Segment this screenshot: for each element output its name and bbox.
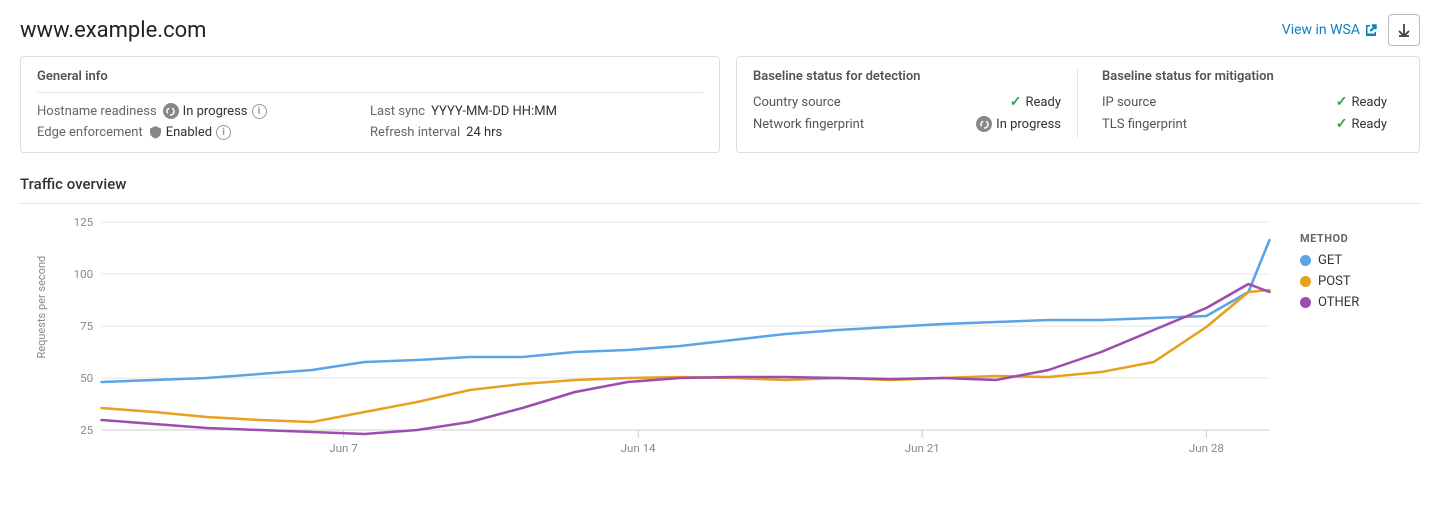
- post-label: POST: [1318, 274, 1351, 289]
- other-dot: [1300, 297, 1311, 308]
- hostname-info-icon[interactable]: i: [252, 104, 267, 119]
- download-icon: [1397, 23, 1411, 37]
- tls-fingerprint-status-text: Ready: [1352, 117, 1387, 132]
- traffic-section: Traffic overview Requests per second 125…: [0, 163, 1440, 492]
- post-dot: [1300, 276, 1311, 287]
- edge-enforcement-label: Edge enforcement: [37, 125, 143, 140]
- general-info-panel: General info Hostname readiness In progr…: [20, 56, 720, 153]
- svg-text:Jun 14: Jun 14: [621, 442, 657, 455]
- hostname-value: In progress i: [163, 103, 267, 119]
- general-info-grid: Hostname readiness In progress i Last sy…: [37, 103, 703, 140]
- tls-fingerprint-label: TLS fingerprint: [1102, 117, 1187, 132]
- country-source-status-text: Ready: [1026, 95, 1061, 110]
- svg-text:Jun 7: Jun 7: [329, 442, 358, 455]
- in-progress-icon: [163, 103, 179, 119]
- baseline-inner: Baseline status for detection Country so…: [753, 69, 1403, 138]
- legend-post: POST: [1300, 274, 1420, 289]
- tls-check-icon: ✓: [1336, 116, 1348, 132]
- download-button[interactable]: [1388, 14, 1420, 46]
- svg-text:100: 100: [74, 268, 94, 281]
- get-label: GET: [1318, 253, 1342, 268]
- legend-other: OTHER: [1300, 295, 1420, 310]
- other-label: OTHER: [1318, 295, 1359, 310]
- general-info-title: General info: [37, 69, 703, 93]
- post-line: [102, 290, 1270, 422]
- svg-text:Jun 28: Jun 28: [1189, 442, 1224, 455]
- tls-fingerprint-status: ✓ Ready: [1336, 116, 1387, 132]
- edge-enforcement-info-icon[interactable]: i: [216, 125, 231, 140]
- baseline-panel: Baseline status for detection Country so…: [736, 56, 1420, 153]
- edge-enforcement-status: Enabled: [166, 125, 212, 140]
- svg-text:25: 25: [80, 424, 93, 437]
- site-title: www.example.com: [20, 18, 206, 43]
- refresh-interval-row: Refresh interval 24 hrs: [370, 125, 703, 140]
- ip-source-row: IP source ✓ Ready: [1102, 94, 1387, 110]
- network-fingerprint-status: In progress: [976, 116, 1061, 132]
- view-wsa-link[interactable]: View in WSA: [1282, 22, 1378, 38]
- refresh-interval-label: Refresh interval: [370, 125, 460, 140]
- info-panels: General info Hostname readiness In progr…: [0, 56, 1440, 163]
- country-source-status: ✓ Ready: [1010, 94, 1061, 110]
- country-source-label: Country source: [753, 95, 841, 110]
- refresh-interval-value: 24 hrs: [466, 125, 502, 140]
- traffic-chart: 125 100 75 50 25 Jun 7 Jun 14 Jun 21 Jun…: [70, 212, 1280, 472]
- chart-wrapper: Requests per second 125 100 75 50 25: [20, 212, 1280, 492]
- last-sync-row: Last sync YYYY-MM-DD HH:MM: [370, 103, 703, 119]
- top-bar: www.example.com View in WSA: [0, 0, 1440, 56]
- svg-text:50: 50: [80, 372, 93, 385]
- ip-source-label: IP source: [1102, 95, 1156, 110]
- ip-source-status-text: Ready: [1352, 95, 1387, 110]
- shield-icon: [149, 125, 162, 140]
- svg-text:Jun 21: Jun 21: [905, 442, 940, 455]
- ip-source-check-icon: ✓: [1336, 94, 1348, 110]
- legend-title: METHOD: [1300, 232, 1420, 245]
- baseline-detection-title: Baseline status for detection: [753, 69, 1061, 84]
- traffic-title: Traffic overview: [20, 175, 1420, 204]
- country-source-check-icon: ✓: [1010, 94, 1022, 110]
- view-wsa-label: View in WSA: [1282, 22, 1360, 38]
- edge-enforcement-value: Enabled i: [149, 125, 231, 140]
- svg-text:125: 125: [74, 216, 94, 229]
- y-axis-label: Requests per second: [35, 256, 48, 359]
- network-fingerprint-row: Network fingerprint In progress: [753, 116, 1061, 132]
- svg-text:75: 75: [80, 320, 93, 333]
- network-fingerprint-status-text: In progress: [996, 117, 1061, 132]
- ip-source-status: ✓ Ready: [1336, 94, 1387, 110]
- last-sync-label: Last sync: [370, 104, 425, 119]
- get-dot: [1300, 255, 1311, 266]
- get-line: [102, 240, 1270, 382]
- external-link-icon: [1364, 23, 1378, 37]
- baseline-mitigation-title: Baseline status for mitigation: [1102, 69, 1387, 84]
- network-fp-progress-icon: [976, 116, 992, 132]
- baseline-mitigation-col: Baseline status for mitigation IP source…: [1078, 69, 1403, 138]
- baseline-detection-col: Baseline status for detection Country so…: [753, 69, 1078, 138]
- tls-fingerprint-row: TLS fingerprint ✓ Ready: [1102, 116, 1387, 132]
- chart-container: Requests per second 125 100 75 50 25: [20, 212, 1420, 492]
- network-fingerprint-label: Network fingerprint: [753, 117, 864, 132]
- edge-enforcement-row: Edge enforcement Enabled i: [37, 125, 370, 140]
- top-actions: View in WSA: [1282, 14, 1420, 46]
- last-sync-value: YYYY-MM-DD HH:MM: [431, 104, 557, 119]
- hostname-row: Hostname readiness In progress i: [37, 103, 370, 119]
- legend-get: GET: [1300, 253, 1420, 268]
- chart-legend: METHOD GET POST OTHER: [1300, 212, 1420, 316]
- hostname-status: In progress: [183, 104, 248, 119]
- hostname-label: Hostname readiness: [37, 104, 157, 119]
- country-source-row: Country source ✓ Ready: [753, 94, 1061, 110]
- other-line: [102, 284, 1270, 434]
